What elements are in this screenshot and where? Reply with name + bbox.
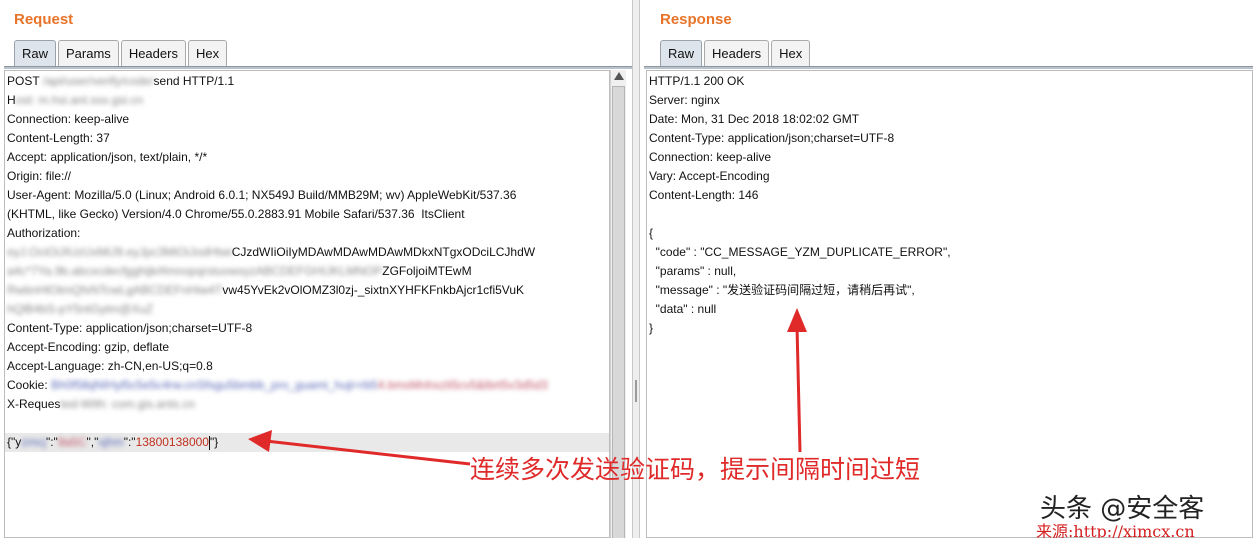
response-line: "message" : "发送验证码间隔过短，请稍后再试", [649,283,915,297]
request-line: RwbnHlOtmQfxNTcwLgABCDEFnHiw4Tvw45YvEk2v… [7,281,609,300]
request-line-empty [7,414,609,433]
request-line: Connection: keep-alive [7,112,130,126]
request-tab-headers[interactable]: Headers [120,40,186,66]
request-protocol: send HTTP/1.1 [153,74,235,88]
request-line: Content-Type: application/json;charset=U… [7,321,253,335]
body-fragment: {"y [7,435,22,449]
response-line: Date: Mon, 31 Dec 2018 18:02:02 GMT [649,112,860,126]
token-fragment: CJzdWIiOiIyMDAwMDAwMDAwMDkxNTgxODciLCJhd… [231,245,536,259]
request-title: Request [14,11,74,28]
source-credit: 来源:http://ximcx.cn [1036,522,1195,538]
request-line: User-Agent: Mozilla/5.0 (Linux; Android … [7,188,517,202]
request-line: POST /api/user/verify/code/send HTTP/1.1 [7,72,609,91]
annotation-text: 连续多次发送验证码，提示间隔时间过短 [470,455,921,484]
request-line: X-Requested-With: com.gis.ants.cn [7,395,609,414]
token-fragment: ZGFoljoiMTEwM [382,264,472,278]
response-title: Response [660,11,732,28]
redacted-body-value: 9a5C [57,435,87,449]
redacted-host: ost: m.hsi.ant.sxx.gsi.cn [15,93,144,107]
request-lines: POST /api/user/verify/code/send HTTP/1.1… [5,71,609,452]
request-tab-raw[interactable]: Raw [14,40,57,66]
redacted-token: RwbnHlOtmQfxNTcwLgABCDEFnHiw4T [7,283,223,297]
response-line: Connection: keep-alive [649,150,772,164]
request-line: Accept-Encoding: gzip, deflate [7,340,170,354]
splitter-grip-icon[interactable] [635,380,637,402]
request-tab-baseline [4,66,632,69]
response-line: "params" : null, [649,264,737,278]
response-tab-baseline [644,66,1253,69]
cookie-label: Cookie: [7,378,52,392]
body-fragment: "} [209,435,219,449]
request-line: Origin: file:// [7,169,72,183]
redacted-token: eyJ.OciOiJIUzUxMiJ9.eyJpc3MiOiJodHtwi [7,245,232,259]
request-line: hQlB4bS-pY5ntGytm@XuZ [7,300,609,319]
response-line: "code" : "CC_MESSAGE_YZM_DUPLICATE_ERROR… [649,245,951,259]
body-fragment: ":" [123,435,136,449]
request-tab-params[interactable]: Params [58,40,119,66]
response-line: Content-Length: 146 [649,188,759,202]
request-line: (KHTML, like Gecko) Version/4.0 Chrome/5… [7,207,465,221]
response-line: Vary: Accept-Encoding [649,169,770,183]
redacted-body-key: sjhm [98,435,124,449]
redacted-header: ted-With: com.gis.ants.cn [60,397,196,411]
response-line: } [649,321,654,335]
redacted-cookie: Bh0f5lbjNIHyl5c5e5c4rw.cnSfsgu5bmbb_pro_… [51,378,378,392]
response-tab-raw[interactable]: Raw [660,40,703,66]
request-line: Host: m.hsi.ant.sxx.gsi.cn [7,91,609,110]
request-line: Cookie: Bh0f5lbjNIHyl5c5e5c4rw.cnSfsgu5b… [7,376,609,395]
phone-number-value: 13800138000 [135,435,209,449]
response-tabs: Raw Headers Hex [660,40,812,66]
body-fragment: "," [86,435,99,449]
request-line: Accept-Language: zh-CN,en-US;q=0.8 [7,359,213,373]
request-line: Authorization: [7,226,81,240]
redacted-token: hQlB4bS-pY5ntGytm@XuZ [7,302,154,316]
response-line: HTTP/1.1 200 OK [649,74,745,88]
header-x-requested-prefix: X-Reques [7,397,61,411]
redacted-path: /api/user/verify/code/ [42,74,154,88]
request-method: POST [7,74,43,88]
redacted-cookie: 4.bmsMnhxzIi5cv5&lbrt5v3d5d3 [377,378,548,392]
request-line: Content-Length: 37 [7,131,110,145]
response-tab-hex[interactable]: Hex [771,40,811,66]
request-line: Accept: application/json, text/plain, */… [7,150,208,164]
redacted-token: a4c*7Ya.9b.abcxcdecfgghijk#lmnopqrstuvwx… [7,264,383,278]
token-fragment: vw45YvEk2vOlOMZ3l0zj-_sixtnXYHFKFnkbAjcr… [222,283,525,297]
response-line-empty [649,205,1252,224]
response-line: "data" : null [649,302,717,316]
request-line: eyJ.OciOiJIUzUxMiJ9.eyJpc3MiOiJodHtwiCJz… [7,243,609,262]
response-line: Server: nginx [649,93,720,107]
response-lines: HTTP/1.1 200 OK Server: nginx Date: Mon,… [647,71,1252,338]
response-tab-headers[interactable]: Headers [704,40,770,66]
header-host-prefix: H [7,93,16,107]
redacted-body-key: zmcj [21,435,46,449]
request-tabs: Raw Params Headers Hex [14,40,229,66]
response-line: { [649,226,654,240]
request-line: a4c*7Ya.9b.abcxcdecfgghijk#lmnopqrstuvwx… [7,262,609,281]
response-line: Content-Type: application/json;charset=U… [649,131,895,145]
request-tab-hex[interactable]: Hex [187,40,228,66]
body-fragment: ":" [45,435,58,449]
scroll-up-arrow-icon[interactable] [614,72,624,80]
